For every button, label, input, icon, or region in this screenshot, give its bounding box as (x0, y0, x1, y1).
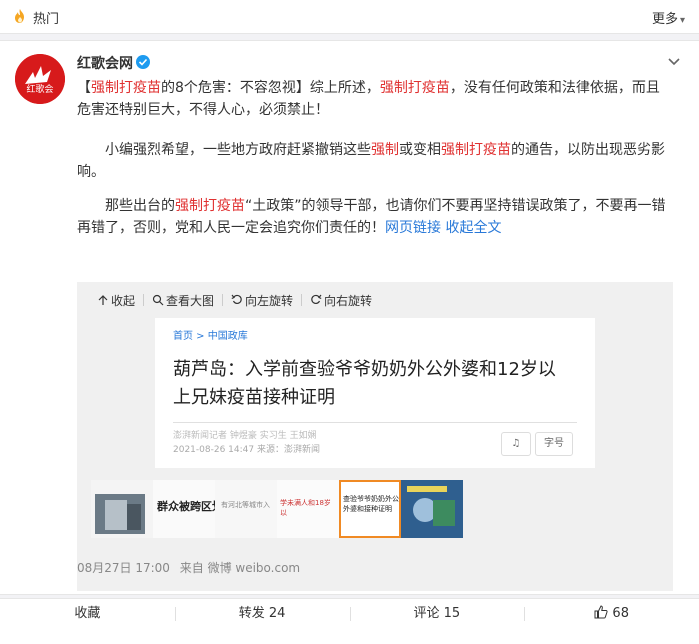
favorite-label: 收藏 (74, 606, 101, 621)
author-label: 红歌会网 (77, 56, 133, 72)
thumbnail-label: 查验爷爷奶奶外公外婆和接种证明 (343, 495, 399, 513)
thumbnail[interactable]: 学未满人和18岁以 (277, 480, 339, 538)
rotate-left-label: 向左旋转 (245, 293, 294, 308)
search-icon (152, 294, 164, 306)
thumbnail-label: 群众被跨区划 (157, 500, 215, 513)
thumbs-up-icon (594, 605, 608, 619)
text-segment: 小编强烈希望，一些地方政府赶紧撤销这些 (105, 142, 371, 158)
weibo-post-card: 红歌会 红歌会网 【强制打疫苗的8个危害：不容忽视】综上所述，强制打疫苗，没有任… (0, 40, 699, 595)
article-date: 2021-08-26 14:47 来源：澎湃新闻 (173, 445, 320, 455)
like-button[interactable]: 68 (524, 599, 699, 629)
hashtag-keyword[interactable]: 强制打疫苗 (441, 142, 511, 158)
thumbnail-label: 有河北等城市入 (221, 501, 270, 509)
rotate-left-icon (231, 294, 242, 305)
repost-label: 转发 24 (238, 606, 286, 621)
collapse-button[interactable]: 收起 (97, 292, 135, 309)
avatar[interactable]: 红歌会 (15, 54, 65, 104)
like-count: 68 (612, 606, 629, 621)
text-segment: 或变相 (399, 142, 441, 158)
view-large-button[interactable]: 查看大图 (152, 292, 214, 309)
thumbnail[interactable]: 有河北等城市入 (215, 480, 277, 538)
section-title: 热门 (33, 12, 60, 27)
thumbnail-strip: 群众被跨区划 有河北等城市入 学未满人和18岁以 查验爷爷奶奶外公外婆和接种证明 (91, 480, 463, 540)
hashtag-keyword[interactable]: 强制 (371, 142, 399, 158)
comment-label: 评论 15 (413, 606, 461, 621)
rotate-left-button[interactable]: 向左旋转 (231, 292, 293, 309)
chevron-down-icon[interactable] (667, 53, 681, 67)
view-large-label: 查看大图 (166, 293, 215, 308)
more-button[interactable]: 更多 ▾ (652, 8, 685, 27)
text-segment: 的8个危害：不容忽视】综上所述， (161, 80, 380, 96)
arrow-up-icon (98, 295, 108, 305)
thumbnail-selected[interactable]: 查验爷爷奶奶外公外婆和接种证明 (339, 480, 401, 538)
breadcrumb: 首页 > 中国政库 (173, 331, 248, 342)
font-size-label: 字号 (535, 432, 573, 456)
rotate-right-button[interactable]: 向右旋转 (310, 292, 372, 309)
web-link[interactable]: 网页链接 (385, 220, 441, 236)
post-actions: 收藏 转发 24 评论 15 68 (0, 598, 699, 644)
image-toolbar: 收起 查看大图 向左旋转 向右旋转 (97, 290, 372, 310)
image-viewer: 收起 查看大图 向左旋转 向右旋转 首页 > 中国政库 葫芦岛：入学前查验爷爷奶… (77, 282, 673, 591)
post-paragraph: 【强制打疫苗的8个危害：不容忽视】综上所述，强制打疫苗，没有任何政策和法律依据，… (77, 77, 673, 121)
post-paragraph: 那些出台的强制打疫苗“土政策”的领导干部，也请你们不要再坚持错误政策了，不要再一… (77, 195, 673, 239)
divider (143, 294, 145, 306)
divider (301, 294, 303, 306)
author-name[interactable]: 红歌会网 (77, 53, 150, 73)
thumbnail[interactable] (401, 480, 463, 538)
article-headline: 葫芦岛：入学前查验爷爷奶奶外公外婆和12岁以上兄妹疫苗接种证明 (173, 359, 556, 408)
chevron-down-icon: ▾ (679, 15, 685, 26)
collapse-text-link[interactable]: 收起全文 (445, 220, 501, 236)
thumbnail-label: 学未满人和18岁以 (280, 499, 331, 517)
large-image-preview[interactable]: 首页 > 中国政库 葫芦岛：入学前查验爷爷奶奶外公外婆和12岁以上兄妹疫苗接种证… (155, 318, 595, 468)
post-source: 来自 微博 weibo.com (179, 561, 301, 575)
rotate-right-icon (311, 294, 322, 305)
more-label: 更多 (651, 12, 678, 27)
text-segment: 【 (77, 80, 91, 96)
verified-badge-icon (136, 55, 150, 69)
rotate-right-label: 向右旋转 (324, 293, 373, 308)
hashtag-keyword[interactable]: 强制打疫苗 (380, 80, 450, 96)
post-text: 【强制打疫苗的8个危害：不容忽视】综上所述，强制打疫苗，没有任何政策和法律依据，… (77, 77, 673, 251)
fire-icon (12, 8, 28, 24)
post-meta: 08月27日 17:00 来自 微博 weibo.com (77, 559, 300, 576)
hashtag-keyword[interactable]: 强制打疫苗 (91, 80, 161, 96)
divider (222, 294, 224, 306)
divider (173, 422, 577, 423)
avatar-logo: 红歌会 (15, 54, 65, 104)
text-segment: 那些出台的 (105, 198, 175, 214)
post-paragraph: 小编强烈希望，一些地方政府赶紧撤销这些强制或变相强制打疫苗的通告，以防出现恶劣影… (77, 139, 673, 183)
comment-button[interactable]: 评论 15 (349, 599, 525, 629)
thumbnail[interactable] (91, 480, 153, 538)
repost-button[interactable]: 转发 24 (174, 599, 350, 629)
post-timestamp[interactable]: 08月27日 17:00 (77, 561, 170, 575)
favorite-button[interactable]: 收藏 (0, 599, 175, 629)
thumbnail[interactable]: 群众被跨区划 (153, 480, 215, 538)
article-byline: 澎湃新闻记者 钟煜豪 实习生 王如娴 (173, 431, 317, 441)
feed-header: 热门 更多 ▾ (0, 0, 699, 34)
hashtag-keyword[interactable]: 强制打疫苗 (175, 198, 245, 214)
svg-text:红歌会: 红歌会 (26, 83, 53, 95)
collapse-label: 收起 (111, 293, 136, 308)
audio-icon: ♫ (501, 432, 531, 456)
